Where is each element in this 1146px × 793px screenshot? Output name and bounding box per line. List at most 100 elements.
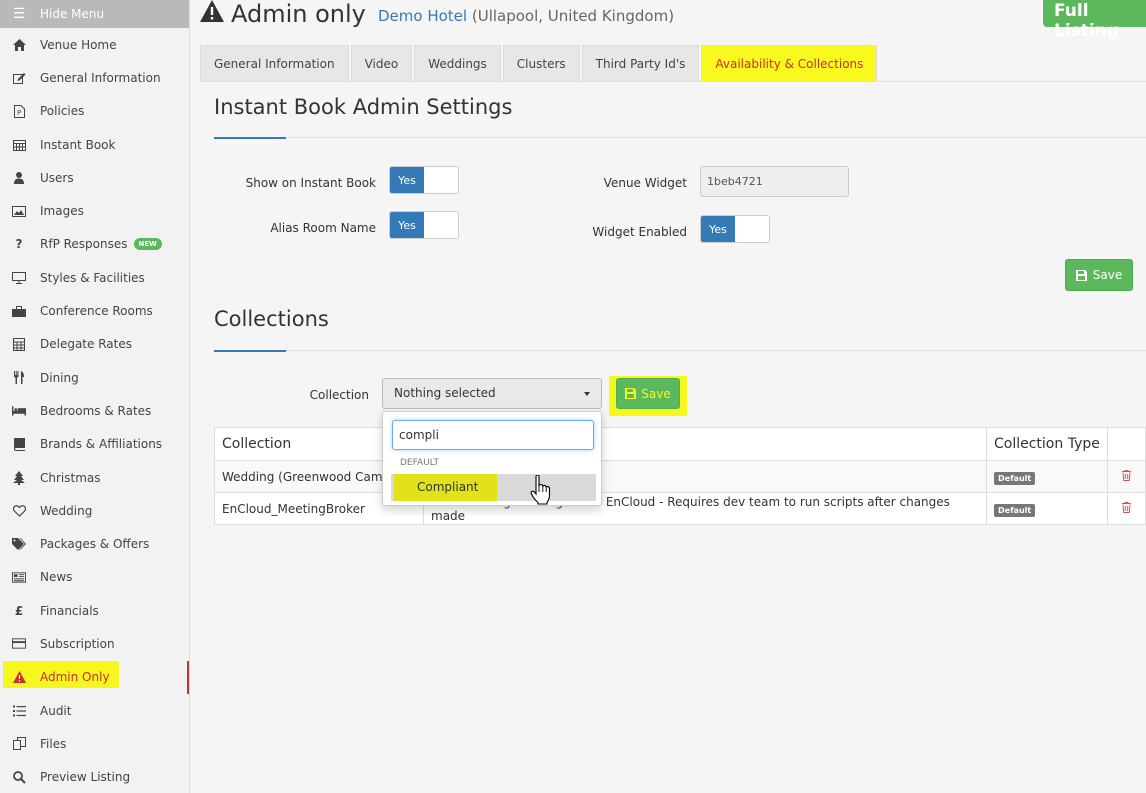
- sidebar-item-label: Venue Home: [40, 37, 117, 52]
- sidebar-item-label: Instant Book: [40, 137, 116, 152]
- toggle-on-label: Yes: [390, 167, 424, 193]
- section-divider: [214, 350, 1146, 351]
- sidebar-item-label: General Information: [40, 70, 161, 85]
- sidebar-item-label: Packages & Offers: [40, 537, 150, 552]
- sidebar-item-images[interactable]: Images: [0, 194, 189, 227]
- search-icon: [12, 770, 26, 784]
- bed-icon: [12, 406, 26, 416]
- sidebar-item-label: Subscription: [40, 636, 115, 651]
- sidebar-item-label: Styles & Facilities: [40, 270, 145, 285]
- sidebar-item-label: Preview Listing: [40, 770, 131, 785]
- tab-general-information[interactable]: General Information: [200, 45, 349, 82]
- dropdown-search-input[interactable]: compli: [392, 420, 594, 450]
- sidebar-item-conference-rooms[interactable]: Conference Rooms: [0, 294, 189, 327]
- sidebar: ☰ Hide Menu Venue Home General Informati…: [0, 0, 190, 793]
- sidebar-item-venue-home[interactable]: Venue Home: [0, 28, 189, 61]
- column-header-collection-type: Collection Type: [986, 427, 1108, 461]
- edit-icon: [12, 72, 26, 84]
- collections-save-button[interactable]: Save: [616, 378, 680, 409]
- sidebar-item-label: Images: [40, 204, 84, 219]
- instant-book-section-title: Instant Book Admin Settings: [214, 95, 513, 119]
- sidebar-item-christmas[interactable]: Christmas: [0, 461, 189, 494]
- section-divider: [214, 137, 1146, 138]
- trash-icon: [1122, 469, 1131, 484]
- files-icon: [12, 737, 26, 751]
- sidebar-item-label: RfP Responses: [40, 237, 128, 252]
- column-header-actions: [1107, 427, 1146, 461]
- sidebar-item-packages-offers[interactable]: Packages & Offers: [0, 527, 189, 560]
- sidebar-item-rfp-responses[interactable]: ? RfP Responses NEW: [0, 228, 189, 261]
- sidebar-item-preview-listing[interactable]: Preview Listing: [0, 761, 189, 793]
- trash-icon: [1122, 501, 1131, 516]
- collection-select-value: Nothing selected: [394, 386, 496, 400]
- user-icon: [12, 171, 26, 184]
- collections-section-title: Collections: [214, 307, 329, 331]
- sidebar-item-wedding[interactable]: Wedding: [0, 494, 189, 527]
- sidebar-item-users[interactable]: Users: [0, 161, 189, 194]
- sidebar-item-financials[interactable]: £ Financials: [0, 594, 189, 627]
- sidebar-item-audit[interactable]: Audit: [0, 694, 189, 727]
- tab-availability-collections[interactable]: Availability & Collections: [701, 45, 878, 82]
- sidebar-item-label: Bedrooms & Rates: [40, 403, 152, 418]
- list-icon: [12, 705, 26, 717]
- delete-button[interactable]: [1107, 460, 1146, 493]
- sidebar-item-delegate-rates[interactable]: Delegate Rates: [0, 328, 189, 361]
- tab-clusters[interactable]: Clusters: [502, 45, 580, 82]
- alias-room-name-label: Alias Room Name: [270, 221, 376, 235]
- sidebar-item-label: Conference Rooms: [40, 304, 153, 319]
- collection-label: Collection: [309, 388, 369, 402]
- hamburger-icon: ☰: [12, 6, 26, 22]
- hand-pointer-icon: [530, 474, 552, 508]
- delete-button[interactable]: [1107, 492, 1146, 525]
- toggle-on-label: Yes: [701, 216, 735, 242]
- new-badge: NEW: [133, 238, 162, 251]
- sidebar-item-label: Delegate Rates: [40, 337, 132, 352]
- sidebar-item-label: Dining: [40, 370, 79, 385]
- calculator-icon: [12, 337, 26, 351]
- show-on-instant-book-toggle[interactable]: Yes: [389, 166, 459, 194]
- sidebar-item-dining[interactable]: Dining: [0, 361, 189, 394]
- collection-select[interactable]: Nothing selected: [382, 378, 602, 409]
- warning-icon: [12, 671, 26, 684]
- pound-icon: £: [14, 603, 24, 618]
- table-row: Wedding (Greenwood Campbell Default: [214, 460, 1146, 493]
- sidebar-item-subscription[interactable]: Subscription: [0, 627, 189, 660]
- sidebar-item-files[interactable]: Files: [0, 727, 189, 760]
- tree-icon: [12, 470, 26, 485]
- instant-book-save-button[interactable]: Save: [1065, 259, 1133, 291]
- sidebar-item-general-information[interactable]: General Information: [0, 61, 189, 94]
- tab-video[interactable]: Video: [350, 45, 413, 82]
- full-listing-button[interactable]: Full Listing: [1043, 0, 1146, 41]
- sidebar-item-instant-book[interactable]: Instant Book: [0, 128, 189, 161]
- newspaper-icon: [12, 572, 26, 583]
- sidebar-item-news[interactable]: News: [0, 561, 189, 594]
- sidebar-item-label: Audit: [40, 703, 72, 718]
- svg-text:P: P: [17, 109, 21, 117]
- collection-type-cell: Default: [986, 460, 1108, 493]
- table-header-row: Collection Collection Type: [214, 427, 1146, 461]
- briefcase-icon: [12, 305, 26, 317]
- sidebar-item-styles-facilities[interactable]: Styles & Facilities: [0, 261, 189, 294]
- hide-menu-button[interactable]: ☰ Hide Menu: [0, 0, 189, 28]
- sidebar-item-label: News: [40, 570, 73, 585]
- sidebar-item-bedrooms-rates[interactable]: Bedrooms & Rates: [0, 394, 189, 427]
- widget-enabled-label: Widget Enabled: [592, 225, 687, 239]
- table-row: EnCloud_MeetingBroker Venues using Meeti…: [214, 492, 1146, 525]
- alias-room-name-toggle[interactable]: Yes: [389, 211, 459, 239]
- widget-enabled-toggle[interactable]: Yes: [700, 215, 770, 243]
- venue-widget-field[interactable]: 1beb4721: [700, 166, 849, 197]
- tab-third-party-ids[interactable]: Third Party Id's: [581, 45, 700, 82]
- tab-weddings[interactable]: Weddings: [414, 45, 501, 82]
- toggle-on-label: Yes: [390, 212, 424, 238]
- dropdown-option-compliant[interactable]: Compliant: [391, 474, 596, 501]
- sidebar-item-admin-only[interactable]: Admin Only: [0, 660, 189, 694]
- collection-dropdown-menu: compli DEFAULT Compliant: [382, 411, 602, 506]
- collection-type-cell: Default: [986, 492, 1108, 525]
- collections-table: Collection Collection Type Wedding (Gree…: [214, 427, 1146, 525]
- document-icon: P: [12, 104, 26, 118]
- sidebar-item-brands-affiliations[interactable]: Brands & Affiliations: [0, 428, 189, 461]
- sidebar-item-policies[interactable]: P Policies: [0, 95, 189, 128]
- save-label: Save: [1092, 268, 1123, 282]
- sidebar-item-label: Files: [40, 736, 67, 751]
- tab-divider: [200, 81, 1146, 82]
